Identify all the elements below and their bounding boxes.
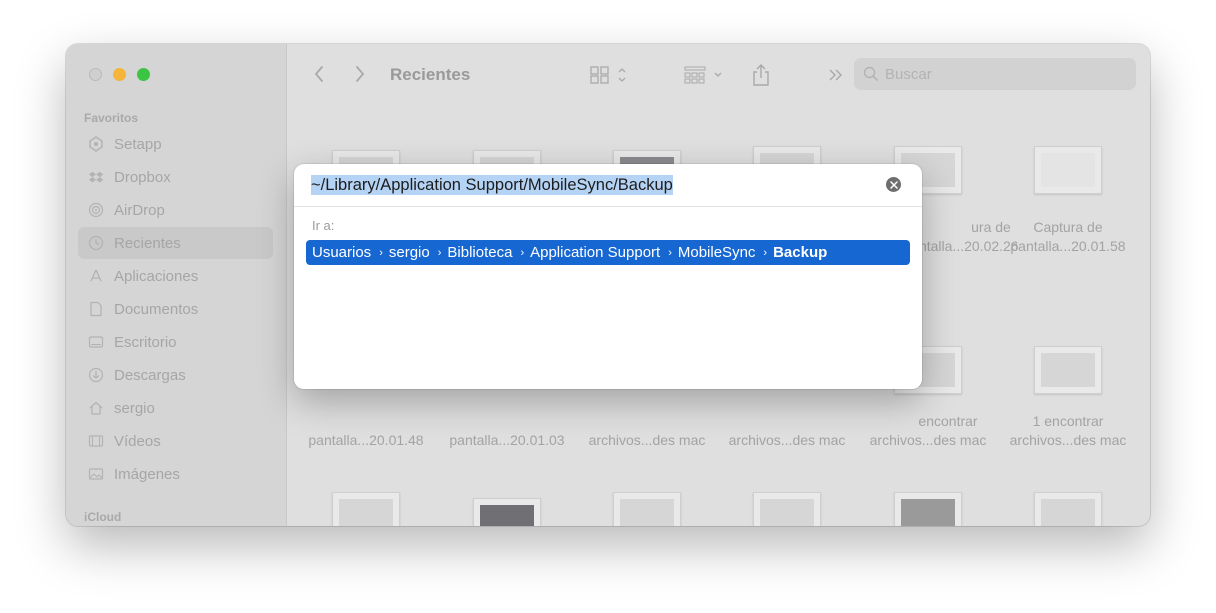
applications-icon [88,268,104,284]
search-icon [863,66,879,82]
path-crumb: Usuarios [312,244,372,261]
file-thumbnail[interactable] [473,498,541,526]
path-suggestion[interactable]: Usuarios › sergio › Biblioteca › Applicatio… [306,240,910,265]
go-to-label: Ir a: [312,218,335,233]
path-input[interactable]: ~/Library/Application Support/MobileSync… [311,174,871,196]
document-icon [88,301,104,317]
view-mode-button[interactable] [589,64,631,86]
file-label[interactable]: archivos...des mac [577,431,717,450]
sidebar-item-videos[interactable]: Vídeos [78,425,273,457]
path-crumb: › MobileSync [668,244,756,261]
sidebar-section-icloud: iCloud [84,510,122,524]
path-input-value: ~/Library/Application Support/MobileSync… [311,175,673,195]
sidebar-item-dropbox[interactable]: Dropbox [78,161,273,193]
grid-view-icon [590,66,626,84]
sidebar-item-escritorio[interactable]: Escritorio [78,326,273,358]
sidebar-item-airdrop[interactable]: AirDrop [78,194,273,226]
sidebar-item-label: Descargas [114,366,186,384]
sidebar-item-descargas[interactable]: Descargas [78,359,273,391]
sidebar-item-sergio[interactable]: sergio [78,392,273,424]
sidebar-item-label: Documentos [114,300,199,318]
window-title: Recientes [390,65,471,84]
more-toolbar-button[interactable] [827,66,845,84]
zoom-window-button[interactable] [137,68,150,81]
divider [294,206,922,207]
sidebar-item-label: Setapp [114,135,162,153]
sidebar-item-documentos[interactable]: Documentos [78,293,273,325]
chevron-right-icon [356,66,365,82]
path-crumb: › Biblioteca [437,244,513,261]
file-thumbnail[interactable] [1034,146,1102,194]
desktop-icon [88,334,104,350]
sidebar-item-label: Vídeos [114,432,161,450]
go-to-folder-dialog: ~/Library/Application Support/MobileSync… [294,164,922,389]
clock-icon [88,235,104,251]
close-icon [889,180,898,189]
back-button[interactable] [311,64,327,84]
share-icon [753,64,769,86]
chevron-right-icon: › [379,246,383,259]
search-field[interactable]: Buscar [854,58,1136,90]
chevron-right-icon: › [437,246,442,259]
home-icon [88,400,104,416]
sidebar-item-aplicaciones[interactable]: Aplicaciones [78,260,273,292]
sidebar-item-label: Recientes [114,234,181,252]
sidebar-item-setapp[interactable]: Setapp [78,128,273,160]
group-by-button[interactable] [684,64,728,86]
sidebar: Favoritos Setapp Dropbox AirDrop Recient… [66,44,287,526]
sidebar-item-label: AirDrop [114,201,165,219]
chevron-right-icon: › [763,246,768,259]
share-button[interactable] [750,62,772,88]
sidebar-item-label: Dropbox [114,168,171,186]
sidebar-item-label: Aplicaciones [114,267,199,285]
file-thumbnail[interactable] [894,492,962,526]
minimize-window-button[interactable] [113,68,126,81]
sidebar-item-imagenes[interactable]: Imágenes [78,458,273,490]
sidebar-item-label: sergio [114,399,155,417]
double-chevron-right-icon [829,69,842,81]
file-thumbnail[interactable] [1034,492,1102,526]
file-thumbnail[interactable] [332,492,400,526]
download-icon [88,367,104,383]
chevron-right-icon: › [668,246,672,259]
path-crumb: › Application Support [520,244,661,261]
search-placeholder: Buscar [885,65,932,83]
file-label[interactable]: pantalla...20.01.03 [437,431,577,450]
forward-button[interactable] [352,64,368,84]
chevron-left-icon [314,66,323,82]
film-icon [88,433,104,449]
close-window-button[interactable] [89,68,102,81]
file-label[interactable]: 1 encontrar archivos...des mac [998,412,1138,450]
photo-icon [88,466,104,482]
path-crumb: › sergio [379,244,430,261]
dropbox-icon [88,169,104,185]
file-label[interactable]: encontrar archivos...des mac [858,412,998,450]
clear-input-button[interactable] [886,177,901,192]
path-crumb: › Backup [763,244,828,261]
group-icon [684,66,722,84]
file-label[interactable]: pantalla...20.01.48 [296,431,436,450]
setapp-icon [88,136,104,152]
file-label[interactable]: Captura de pantalla...20.01.58 [998,218,1138,256]
file-thumbnail[interactable] [1034,346,1102,394]
toolbar: Recientes Buscar [287,44,1150,106]
chevron-right-icon: › [520,246,525,259]
sidebar-item-recientes[interactable]: Recientes [78,227,273,259]
file-thumbnail[interactable] [613,492,681,526]
sidebar-item-label: Escritorio [114,333,177,351]
file-thumbnail[interactable] [753,492,821,526]
sidebar-item-label: Imágenes [114,465,180,483]
airdrop-icon [88,202,104,218]
file-label[interactable]: archivos...des mac [717,431,857,450]
sidebar-section-favorites: Favoritos [84,111,139,125]
